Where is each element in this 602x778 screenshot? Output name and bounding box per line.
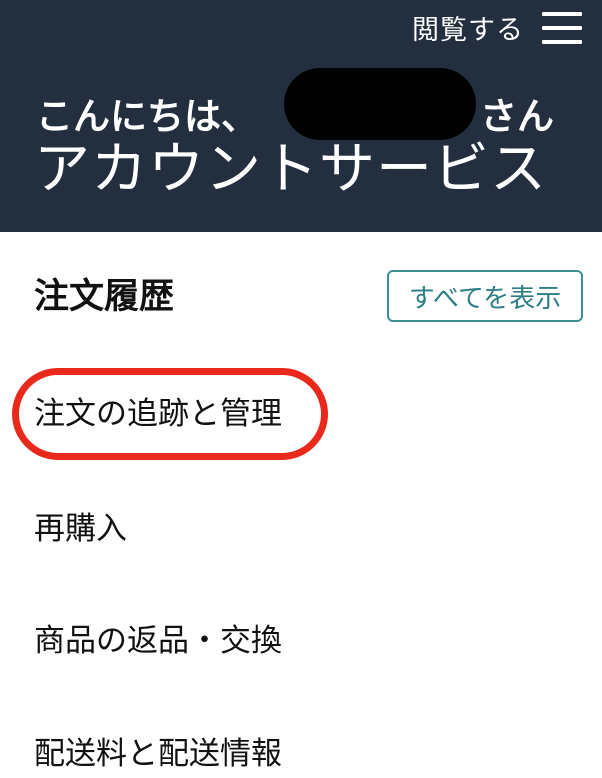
menu-item-returns-exchanges[interactable]: 商品の返品・交換 bbox=[34, 615, 282, 660]
page-title: アカウントサービス bbox=[34, 137, 547, 202]
header-bar: 閲覧する こんにちは、 さん アカウントサービス bbox=[0, 0, 602, 232]
hamburger-icon[interactable] bbox=[542, 11, 582, 44]
menu-item-buy-again[interactable]: 再購入 bbox=[34, 503, 127, 548]
menu-item-track-manage-orders[interactable]: 注文の追跡と管理 bbox=[34, 388, 282, 433]
order-history-title: 注文履歴 bbox=[34, 277, 175, 317]
browse-menu-button[interactable]: 閲覧する bbox=[412, 8, 582, 47]
browse-label: 閲覧する bbox=[412, 15, 524, 46]
menu-item-shipping-info[interactable]: 配送料と配送情報 bbox=[34, 728, 282, 773]
show-all-button[interactable]: すべてを表示 bbox=[387, 270, 583, 322]
